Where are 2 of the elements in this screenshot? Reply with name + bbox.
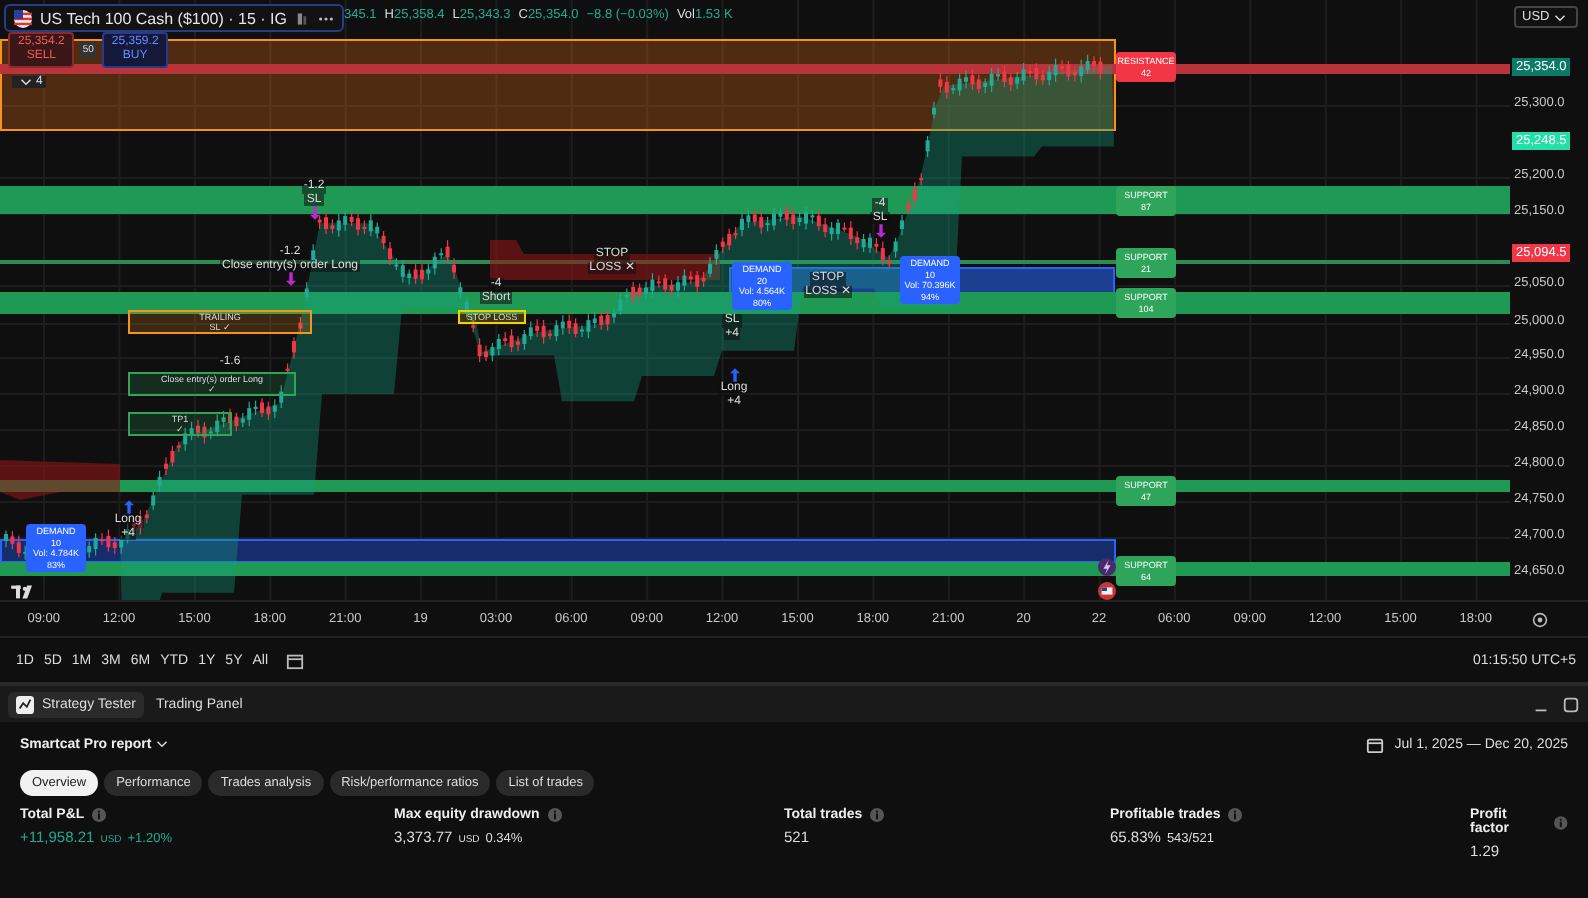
symbol-title[interactable]: US Tech 100 Cash ($100) · 15 · IG <box>4 4 345 32</box>
symbol-name: US Tech 100 Cash ($100) · 15 · IG <box>40 9 287 27</box>
